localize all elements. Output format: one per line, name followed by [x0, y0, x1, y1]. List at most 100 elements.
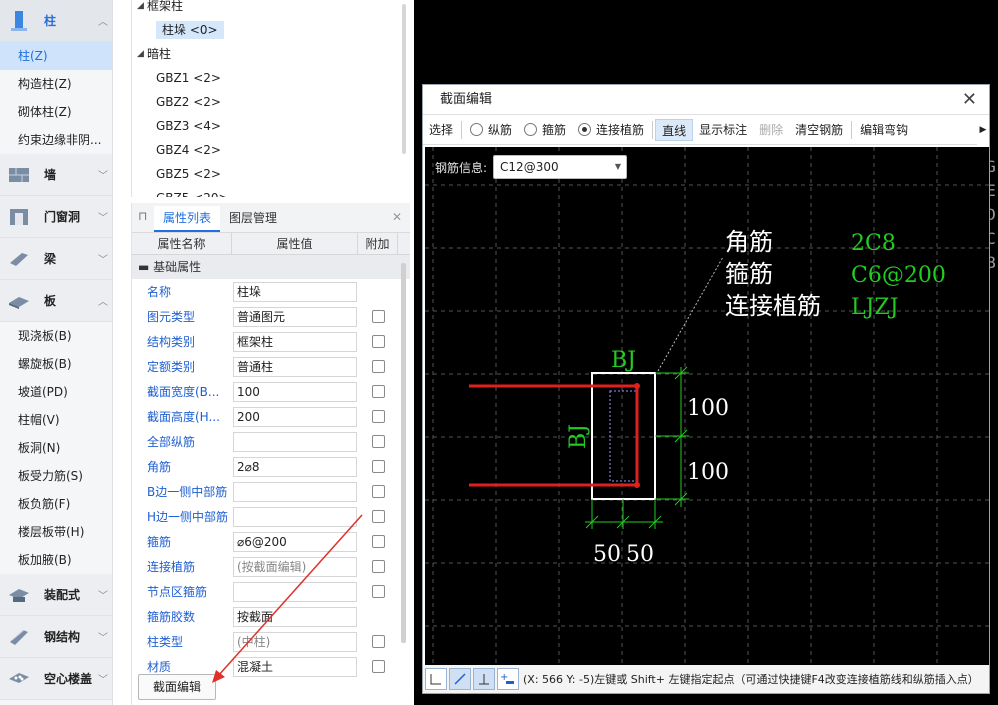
clear-rebar-button[interactable]: 清空钢筋 [789, 119, 849, 141]
tree-group-hidden-column[interactable]: ◢ 暗柱 [132, 42, 410, 66]
tree-item[interactable]: GBZ1 <2> [132, 66, 410, 90]
chevron-up-icon: ︿ [98, 17, 108, 28]
extra-checkbox[interactable] [372, 410, 385, 423]
nav-item-slab-haunch[interactable]: 板加腋(B) [0, 546, 112, 574]
add-point-icon[interactable]: + [497, 668, 519, 690]
radio-selected-icon [578, 123, 592, 136]
extra-checkbox[interactable] [372, 660, 385, 673]
tree-item[interactable]: GBZ3 <4> [132, 114, 410, 138]
tree-item[interactable]: GBZ4 <2> [132, 138, 410, 162]
edit-hook-button[interactable]: 编辑弯钩 [854, 119, 914, 141]
property-value-field[interactable]: (中柱) [233, 631, 357, 652]
property-value-field[interactable]: 2⌀8 [233, 456, 357, 477]
extra-checkbox[interactable] [372, 310, 385, 323]
component-tree: ◢ 框架柱 柱垛 <0> ◢ 暗柱 GBZ1 <2> GBZ2 <2> GBZ3… [131, 0, 410, 197]
nav-category-prefab[interactable]: 装配式 ﹀ [0, 574, 112, 616]
nav-item-cast-slab[interactable]: 现浇板(B) [0, 322, 112, 350]
nav-item-slab-rebar[interactable]: 板受力筋(S) [0, 462, 112, 490]
rebar-info-select[interactable]: C12@300 ▼ [493, 155, 628, 179]
extra-checkbox[interactable] [372, 435, 385, 448]
tree-item-selected[interactable]: 柱垛 <0> [132, 18, 410, 42]
column-icon [6, 8, 32, 34]
tab-property-list[interactable]: 属性列表 [154, 206, 221, 232]
radio-label: 纵筋 [488, 123, 513, 137]
property-value-field[interactable]: (按截面编辑) [233, 556, 357, 577]
line-tool-button[interactable]: 直线 [655, 118, 694, 141]
extra-checkbox[interactable] [372, 460, 385, 473]
property-value-field[interactable]: ⌀6@200 [233, 531, 357, 552]
radio-stirrup[interactable]: 箍筋 [518, 119, 572, 141]
tab-layer-management[interactable]: 图层管理 [220, 206, 286, 232]
property-value-field[interactable] [233, 506, 357, 527]
line-mode-icon[interactable] [449, 668, 471, 690]
nav-category-opening[interactable]: 门窗洞 ﹀ [0, 196, 112, 238]
property-value-field[interactable]: 框架柱 [233, 331, 357, 352]
property-value-field[interactable] [233, 581, 357, 602]
property-value-field[interactable]: 混凝土 [233, 656, 357, 677]
property-name: 箍筋 [147, 535, 172, 549]
radio-label: 连接植筋 [596, 123, 645, 137]
nav-item-column[interactable]: 柱(Z) [0, 42, 112, 70]
property-name: 定额类别 [147, 360, 196, 374]
nav-category-hollow-slab[interactable]: 空心楼盖 ﹀ [0, 658, 112, 700]
extra-checkbox[interactable] [372, 560, 385, 573]
extra-checkbox[interactable] [372, 535, 385, 548]
select-button[interactable]: 选择 [423, 119, 459, 141]
extra-checkbox[interactable] [372, 585, 385, 598]
extra-checkbox[interactable] [372, 360, 385, 373]
col-header-name: 属性名称 [132, 233, 232, 254]
property-value-field[interactable] [233, 481, 357, 502]
tree-scrollbar[interactable] [402, 4, 406, 154]
nav-item-column-cap[interactable]: 柱帽(V) [0, 406, 112, 434]
radio-anchor-bar[interactable]: 连接植筋 [572, 119, 650, 141]
extra-checkbox[interactable] [372, 385, 385, 398]
nav-category-wall[interactable]: 墙 ﹀ [0, 154, 112, 196]
property-value-field[interactable]: 100 [233, 381, 357, 402]
toolbar-more-icon[interactable]: ▶ [977, 115, 989, 145]
property-value-field[interactable] [233, 431, 357, 452]
property-value-field[interactable]: 按截面 [233, 606, 357, 627]
nav-category-beam[interactable]: 梁 ﹀ [0, 238, 112, 280]
extra-checkbox[interactable] [372, 635, 385, 648]
extra-checkbox[interactable] [372, 485, 385, 498]
nav-item-slab-hole[interactable]: 板洞(N) [0, 434, 112, 462]
close-icon[interactable]: ✕ [392, 210, 402, 224]
property-name: B边一侧中部筋 [147, 485, 228, 499]
ortho-mode-icon[interactable] [425, 668, 447, 690]
nav-category-column[interactable]: 柱 ︿ [0, 0, 112, 42]
nav-item-constructional-column[interactable]: 构造柱(Z) [0, 70, 112, 98]
extra-checkbox[interactable] [372, 510, 385, 523]
tree-item[interactable]: GBZ5 <20> [132, 186, 410, 197]
property-row: 截面高度(H... 200 [132, 404, 410, 429]
nav-item-spiral-slab[interactable]: 螺旋板(B) [0, 350, 112, 378]
extra-checkbox[interactable] [372, 335, 385, 348]
tree-item[interactable]: GBZ5 <2> [132, 162, 410, 186]
section-edit-button[interactable]: 截面编辑 [138, 674, 216, 700]
property-group-basic[interactable]: ▬ 基础属性 [132, 255, 410, 279]
tree-item[interactable]: GBZ2 <2> [132, 90, 410, 114]
property-value-field[interactable]: 200 [233, 406, 357, 427]
radio-longitudinal[interactable]: 纵筋 [464, 119, 518, 141]
nav-item-negative-rebar[interactable]: 板负筋(F) [0, 490, 112, 518]
nav-item-boundary[interactable]: 约束边缘非阴... [0, 126, 112, 154]
property-name: 结构类别 [147, 335, 196, 349]
section-drawing-area[interactable]: 角筋 2C8 箍筋 C6@200 连接植筋 LJZJ BJ BJ 100 100… [425, 147, 989, 665]
property-value-field[interactable]: 普通柱 [233, 356, 357, 377]
radio-label: 箍筋 [542, 123, 567, 137]
nav-category-slab[interactable]: 板 ︿ [0, 280, 112, 322]
perpendicular-icon[interactable] [473, 668, 495, 690]
delete-button[interactable]: 删除 [753, 119, 789, 141]
show-dims-button[interactable]: 显示标注 [693, 119, 753, 141]
pin-icon[interactable]: ⊓ [138, 209, 147, 223]
nav-item-ramp[interactable]: 坡道(PD) [0, 378, 112, 406]
nav-item-masonry-column[interactable]: 砌体柱(Z) [0, 98, 112, 126]
property-value-field[interactable]: 柱垛 [233, 281, 357, 302]
tree-group-frame-column[interactable]: ◢ 框架柱 [132, 0, 410, 18]
property-scrollbar[interactable] [401, 263, 406, 643]
nav-category-steel[interactable]: 钢结构 ﹀ [0, 616, 112, 658]
close-icon[interactable]: ✕ [962, 85, 977, 115]
property-name: 材质 [147, 660, 172, 674]
property-name: 名称 [147, 285, 172, 299]
nav-item-slab-band[interactable]: 楼层板带(H) [0, 518, 112, 546]
property-value-field[interactable]: 普通图元 [233, 306, 357, 327]
